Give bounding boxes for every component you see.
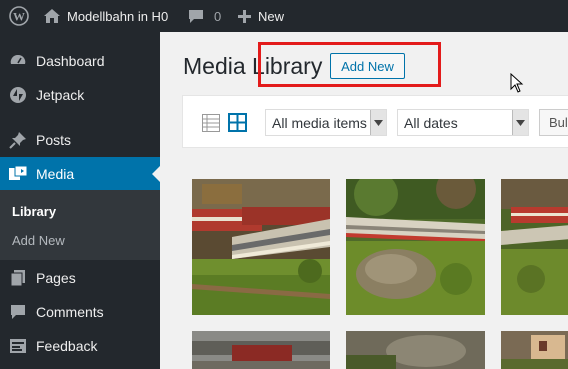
media-thumbnail[interactable] <box>501 179 568 315</box>
pages-icon <box>0 269 36 287</box>
dashboard-icon <box>0 52 36 70</box>
wordpress-logo-button[interactable]: W <box>6 0 32 32</box>
pin-icon <box>0 131 36 149</box>
list-view-icon[interactable] <box>202 114 220 135</box>
sidebar-item-comments[interactable]: Comments <box>0 295 160 329</box>
new-label: New <box>258 8 285 24</box>
jetpack-icon <box>0 86 36 104</box>
comments-link[interactable]: 0 <box>188 0 221 32</box>
media-thumbnail[interactable] <box>192 331 330 369</box>
media-type-filter[interactable]: All media items <box>265 109 387 136</box>
home-icon <box>44 9 60 23</box>
grid-view-icon[interactable] <box>228 113 247 135</box>
sidebar-item-dashboard[interactable]: Dashboard <box>0 44 160 78</box>
admin-bar: W Modellbahn in H0 0 New <box>0 0 568 32</box>
sidebar-item-pages[interactable]: Pages <box>0 261 160 295</box>
chevron-down-icon <box>512 110 528 135</box>
sidebar-item-label: Jetpack <box>36 87 85 103</box>
sidebar-item-label: Posts <box>36 132 72 148</box>
media-type-value: All media items <box>272 114 367 131</box>
sidebar-item-label: Pages <box>36 270 76 286</box>
sidebar-item-label: Comments <box>36 304 104 320</box>
wordpress-icon: W <box>9 6 29 26</box>
new-content-link[interactable]: New <box>238 0 284 32</box>
sidebar-item-label: Feedback <box>36 338 98 354</box>
add-new-button[interactable]: Add New <box>330 53 405 79</box>
feedback-icon <box>0 337 36 355</box>
media-thumbnail[interactable] <box>192 179 330 315</box>
media-thumbnail[interactable] <box>346 331 485 369</box>
site-name: Modellbahn in H0 <box>67 8 169 24</box>
date-filter[interactable]: All dates <box>397 109 529 136</box>
comment-icon <box>189 9 203 23</box>
submenu-item-add-new[interactable]: Add New <box>12 233 65 248</box>
sidebar-item-label: Media <box>36 166 75 182</box>
bulk-select-button[interactable]: Bul <box>539 109 568 136</box>
media-thumbnail[interactable] <box>346 179 485 315</box>
svg-text:W: W <box>13 10 25 24</box>
media-icon <box>0 165 36 183</box>
admin-sidebar: Dashboard Jetpack Posts Media Library Ad… <box>0 32 160 369</box>
plus-icon <box>238 9 251 23</box>
sidebar-item-feedback[interactable]: Feedback <box>0 329 160 363</box>
chevron-down-icon <box>370 110 386 135</box>
sidebar-item-media[interactable]: Media <box>0 157 160 191</box>
date-filter-value: All dates <box>404 114 458 131</box>
sidebar-item-jetpack[interactable]: Jetpack <box>0 78 160 112</box>
mouse-cursor-icon <box>510 72 524 96</box>
submenu-item-library[interactable]: Library <box>12 204 56 219</box>
sidebar-item-posts[interactable]: Posts <box>0 123 160 157</box>
media-toolbar: All media items All dates Bul <box>182 95 568 148</box>
media-thumbnail[interactable] <box>501 331 568 369</box>
site-name-link[interactable]: Modellbahn in H0 <box>44 0 168 32</box>
sidebar-item-label: Dashboard <box>36 53 105 69</box>
comments-count: 0 <box>214 8 222 24</box>
comment-icon <box>0 303 36 321</box>
media-submenu: Library Add New <box>0 190 160 260</box>
